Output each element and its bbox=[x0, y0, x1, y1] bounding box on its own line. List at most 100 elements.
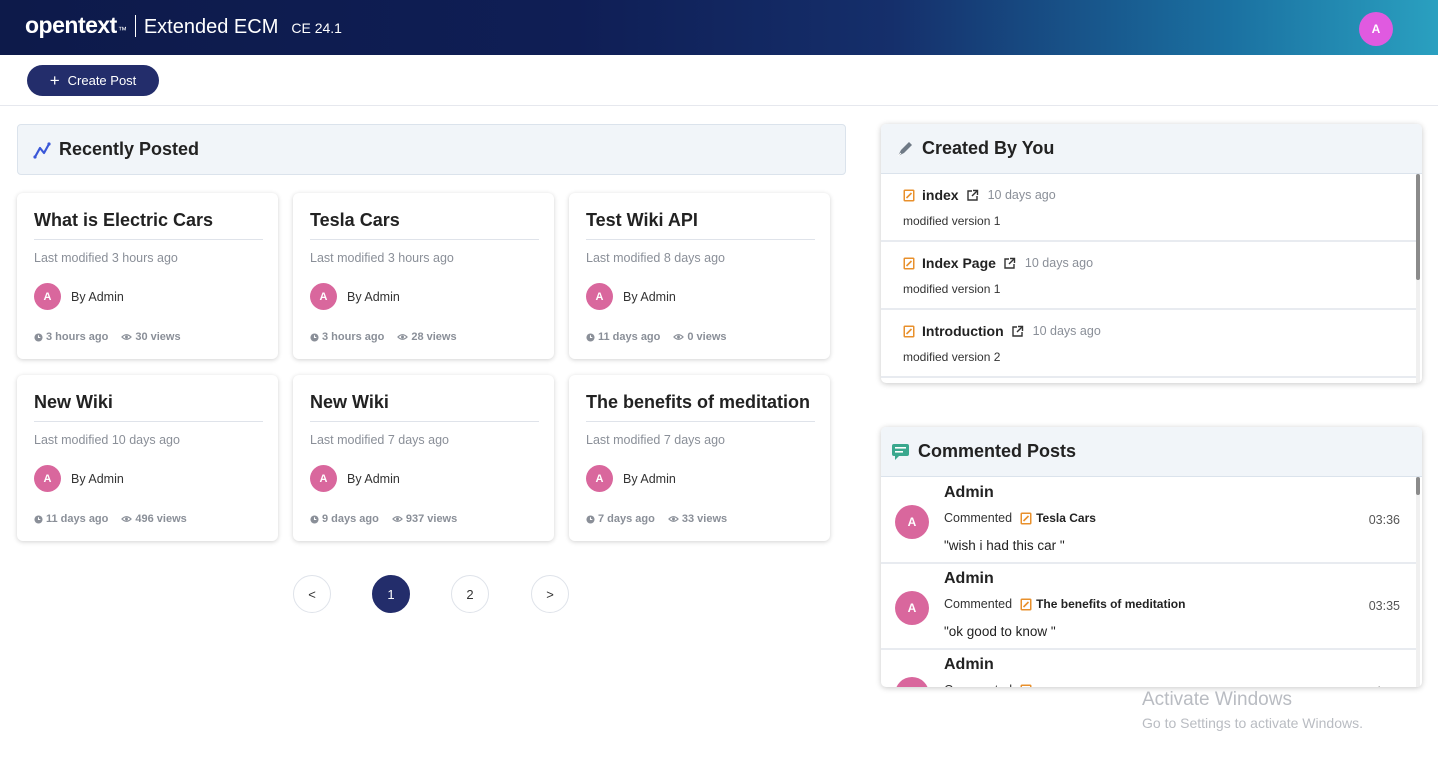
comment-author: Admin bbox=[944, 484, 994, 501]
post-time-stat: 7 days ago bbox=[586, 513, 655, 525]
created-doc-item[interactable]: Introduction 10 days ago modified version … bbox=[881, 310, 1416, 378]
comment-text: "ok good to know " bbox=[944, 624, 1056, 639]
comment-avatar: A bbox=[895, 591, 929, 625]
post-card-modified: Last modified 10 days ago bbox=[34, 433, 180, 447]
clock-icon bbox=[34, 514, 43, 524]
post-time: 3 hours ago bbox=[322, 331, 385, 343]
post-card-author: A By Admin bbox=[586, 465, 676, 492]
comment-line: Commented Tesla Cars bbox=[944, 511, 1096, 525]
post-time-stat: 3 hours ago bbox=[34, 331, 108, 343]
created-doc-item[interactable]: index 10 days ago modified version 1 bbox=[881, 174, 1416, 242]
created-scrollbar-thumb[interactable] bbox=[1416, 174, 1420, 280]
product-name: Extended ECM bbox=[143, 16, 279, 38]
comment-time: 03:35 bbox=[1368, 599, 1400, 613]
author-avatar: A bbox=[310, 465, 337, 492]
doc-version: modified version 2 bbox=[903, 350, 1001, 364]
commented-posts-title: Commented Posts bbox=[918, 441, 1077, 461]
create-post-button[interactable]: + Create Post bbox=[27, 65, 159, 96]
comment-avatar: A bbox=[895, 505, 929, 539]
post-card-stats: 3 hours ago 30 views bbox=[34, 331, 181, 343]
external-link-icon[interactable] bbox=[1011, 325, 1024, 338]
trademark-symbol: ™ bbox=[117, 25, 127, 35]
comment-item[interactable]: A Admin Commented Tesla Cars 03:36 "wish i ha… bbox=[881, 478, 1416, 564]
author-avatar: A bbox=[310, 283, 337, 310]
post-card[interactable]: New Wiki Last modified 10 days ago A By Adm… bbox=[17, 375, 278, 541]
comment-time: 6 days bbox=[1363, 685, 1400, 687]
post-card-author: A By Admin bbox=[34, 283, 124, 310]
clock-icon bbox=[586, 332, 595, 342]
post-card-modified: Last modified 8 days ago bbox=[586, 251, 725, 265]
comment-avatar: A bbox=[895, 677, 929, 687]
pagination-next-button[interactable]: > bbox=[531, 575, 569, 613]
post-views-stat: 937 views bbox=[391, 513, 458, 525]
comment-item[interactable]: A Admin Commented The benefits of meditatio… bbox=[881, 564, 1416, 650]
document-icon bbox=[903, 189, 915, 202]
eye-icon bbox=[673, 333, 685, 341]
post-card[interactable]: New Wiki Last modified 7 days ago A By Admi… bbox=[293, 375, 554, 541]
document-icon bbox=[903, 325, 915, 338]
pagination-page-2[interactable]: 2 bbox=[451, 575, 489, 613]
doc-line: Index Page 10 days ago bbox=[903, 255, 1093, 271]
post-card-title[interactable]: New Wiki bbox=[310, 392, 389, 413]
post-views: 33 views bbox=[681, 513, 728, 525]
eye-icon bbox=[121, 515, 133, 523]
card-divider bbox=[34, 239, 263, 240]
created-by-you-title: Created By You bbox=[922, 138, 1055, 158]
post-card-title[interactable]: What is Electric Cars bbox=[34, 210, 213, 231]
doc-time: 10 days ago bbox=[1032, 324, 1101, 338]
comment-item[interactable]: A Admin Commented 6 days bbox=[881, 650, 1416, 687]
created-doc-item[interactable]: Index Page 10 days ago modified version 1 bbox=[881, 242, 1416, 310]
external-link-icon[interactable] bbox=[1003, 257, 1016, 270]
pagination-prev-button[interactable]: < bbox=[293, 575, 331, 613]
top-header: opentext ™ Extended ECM CE 24.1 A bbox=[0, 0, 1438, 55]
document-icon bbox=[1020, 598, 1032, 611]
eye-icon bbox=[121, 333, 133, 341]
recently-posted-title: Recently Posted bbox=[59, 139, 200, 159]
document-icon bbox=[1020, 512, 1032, 525]
post-time: 3 hours ago bbox=[46, 331, 109, 343]
doc-version: modified version 1 bbox=[903, 214, 1001, 228]
brand[interactable]: opentext ™ Extended ECM CE 24.1 bbox=[25, 12, 342, 39]
comment-author: Admin bbox=[944, 656, 994, 673]
doc-name[interactable]: index bbox=[922, 187, 959, 203]
comment-post-link[interactable]: Tesla Cars bbox=[1036, 511, 1096, 525]
post-card[interactable]: What is Electric Cars Last modified 3 hou… bbox=[17, 193, 278, 359]
pagination-page-1[interactable]: 1 bbox=[372, 575, 410, 613]
user-avatar[interactable]: A bbox=[1359, 12, 1393, 46]
doc-time: 10 days ago bbox=[1024, 256, 1094, 270]
comment-line: Commented bbox=[944, 683, 1036, 687]
doc-name[interactable]: Introduction bbox=[922, 323, 1004, 339]
post-card-title[interactable]: The benefits of meditation bbox=[586, 392, 810, 413]
created-by-you-panel: Created By You index 10 days ago modified … bbox=[881, 124, 1422, 383]
external-link-icon[interactable] bbox=[966, 189, 979, 202]
post-card-title[interactable]: Test Wiki API bbox=[586, 210, 698, 231]
post-card-author: A By Admin bbox=[310, 283, 400, 310]
clock-icon bbox=[310, 332, 319, 342]
post-time: 11 days ago bbox=[598, 331, 661, 343]
card-divider bbox=[310, 421, 539, 422]
author-name: By Admin bbox=[347, 289, 400, 304]
post-views: 30 views bbox=[135, 331, 181, 343]
commented-posts-panel: Commented Posts A Admin Commented Tesla Car… bbox=[881, 427, 1422, 687]
doc-time: 10 days ago bbox=[987, 188, 1056, 202]
document-icon bbox=[903, 257, 915, 270]
clock-icon bbox=[586, 514, 595, 524]
post-card-title[interactable]: Tesla Cars bbox=[310, 210, 400, 231]
doc-line: index 10 days ago bbox=[903, 187, 1056, 203]
post-card[interactable]: Tesla Cars Last modified 3 hours ago A By A… bbox=[293, 193, 554, 359]
post-views: 937 views bbox=[405, 513, 458, 525]
clock-icon bbox=[310, 514, 319, 524]
post-card[interactable]: Test Wiki API Last modified 8 days ago A By… bbox=[569, 193, 830, 359]
comment-action: Commented bbox=[944, 683, 1012, 687]
post-card[interactable]: The benefits of meditation Last modified … bbox=[569, 375, 830, 541]
doc-name[interactable]: Index Page bbox=[922, 255, 996, 271]
card-divider bbox=[586, 239, 815, 240]
comment-post-link[interactable]: The benefits of meditation bbox=[1036, 597, 1185, 611]
comments-scrollbar-thumb[interactable] bbox=[1416, 477, 1420, 495]
comments-scrollbar-track[interactable] bbox=[1416, 477, 1420, 687]
post-views-stat: 30 views bbox=[121, 331, 181, 343]
comment-icon bbox=[891, 443, 911, 461]
post-card-title[interactable]: New Wiki bbox=[34, 392, 113, 413]
post-card-modified: Last modified 7 days ago bbox=[310, 433, 449, 447]
author-avatar: A bbox=[34, 283, 61, 310]
